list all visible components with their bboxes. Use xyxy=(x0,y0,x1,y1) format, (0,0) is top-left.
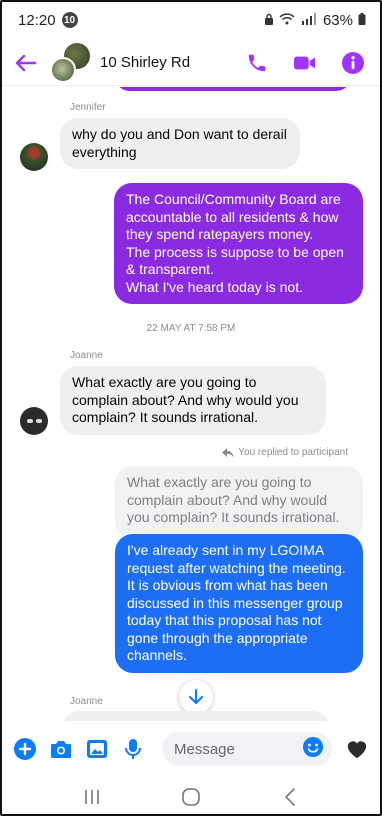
system-navigation-bar xyxy=(2,776,380,814)
quoted-message-bubble[interactable]: What exactly are you going to complain a… xyxy=(115,466,363,540)
back-arrow-icon[interactable] xyxy=(14,50,48,76)
battery-icon xyxy=(358,12,366,28)
arrow-down-icon xyxy=(189,689,203,704)
incoming-message-bubble[interactable] xyxy=(62,711,330,721)
avatar[interactable] xyxy=(20,407,48,435)
clock: 12:20 xyxy=(18,11,56,29)
camera-icon[interactable] xyxy=(50,738,72,760)
message-composer xyxy=(2,725,380,773)
battery-percent: 63% xyxy=(322,11,353,29)
sender-name: Joanne xyxy=(70,696,103,707)
sender-name: Joanne xyxy=(70,350,103,361)
video-call-icon[interactable] xyxy=(294,52,316,74)
chat-title[interactable]: 10 Shirley Rd xyxy=(100,54,246,71)
avatar[interactable] xyxy=(20,143,48,171)
previous-message-bubble xyxy=(114,87,352,91)
wifi-icon xyxy=(279,12,295,28)
sender-name: Jennifer xyxy=(70,102,106,113)
plus-icon[interactable] xyxy=(14,738,36,760)
gallery-icon[interactable] xyxy=(86,738,108,760)
outgoing-message-bubble[interactable]: I've already sent in my LGOIMA request a… xyxy=(115,534,363,673)
status-bar: 12:20 10 63% xyxy=(2,2,380,38)
outgoing-message-bubble[interactable]: The Council/Community Board are accounta… xyxy=(114,183,363,304)
signal-icon xyxy=(300,12,318,28)
back-icon[interactable] xyxy=(270,782,310,812)
scroll-to-bottom-button[interactable] xyxy=(179,680,213,714)
info-icon[interactable] xyxy=(342,51,364,74)
phone-screen: 12:20 10 63% 10 Shirley Rd Jennifer why … xyxy=(0,0,382,816)
reply-arrow-icon xyxy=(222,447,235,458)
message-timestamp: 22 MAY AT 7:58 PM xyxy=(146,323,236,334)
lock-icon xyxy=(264,13,274,28)
incoming-message-bubble[interactable]: What exactly are you going to complain a… xyxy=(60,366,326,435)
chat-header: 10 Shirley Rd xyxy=(2,40,380,86)
home-icon[interactable] xyxy=(171,782,211,812)
group-avatar[interactable] xyxy=(50,42,90,83)
recent-apps-icon[interactable] xyxy=(72,782,112,812)
message-input[interactable] xyxy=(174,740,274,758)
heart-icon[interactable] xyxy=(346,738,368,760)
message-list[interactable]: Jennifer why do you and Don want to dera… xyxy=(2,87,380,721)
notification-count-badge: 10 xyxy=(61,12,78,28)
phone-call-icon[interactable] xyxy=(246,52,268,74)
reply-indicator: You replied to participant xyxy=(222,447,348,458)
message-input-container[interactable] xyxy=(162,732,332,766)
microphone-icon[interactable] xyxy=(122,738,144,760)
incoming-message-bubble[interactable]: why do you and Don want to derail everyt… xyxy=(60,118,300,169)
emoji-icon[interactable] xyxy=(302,736,324,763)
